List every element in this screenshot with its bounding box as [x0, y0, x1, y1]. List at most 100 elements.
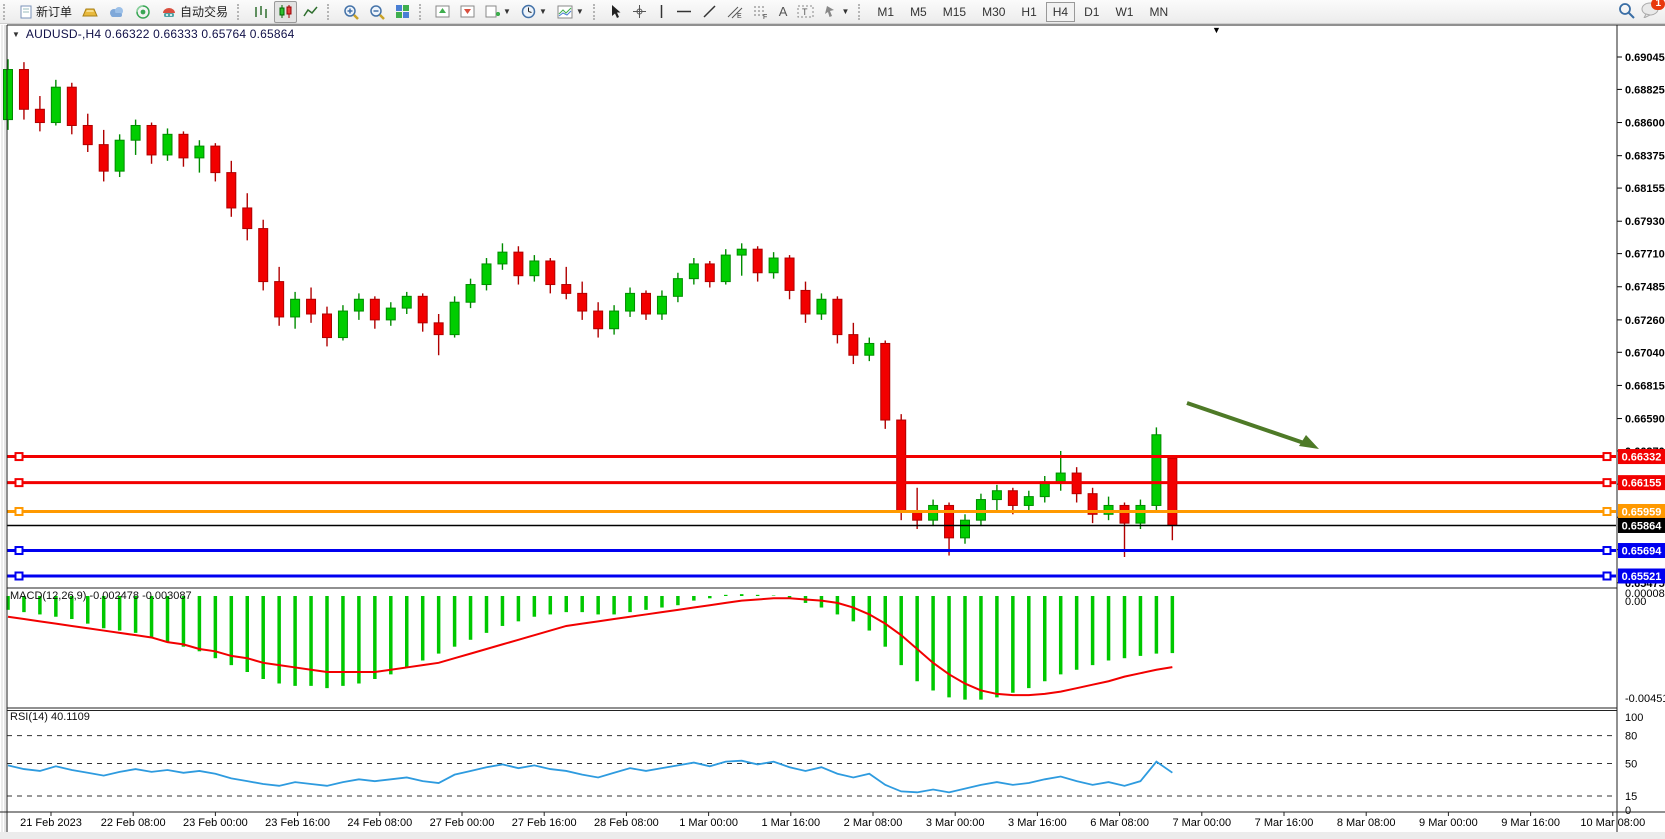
trendline-icon — [702, 4, 717, 19]
hline-handle[interactable] — [1604, 508, 1611, 515]
zoom-out-button[interactable] — [365, 1, 389, 23]
window-arrow-up-icon — [435, 4, 450, 19]
channel-tool-button[interactable]: E — [723, 1, 747, 23]
indicator-window-up-button[interactable] — [431, 1, 454, 23]
date-tick-label: 1 Mar 16:00 — [761, 817, 820, 829]
date-tick-label: 27 Feb 16:00 — [512, 817, 577, 829]
zoom-in-icon — [343, 4, 359, 20]
hline-handle[interactable] — [16, 572, 23, 579]
toolbar-grip — [593, 4, 600, 20]
hline-handle[interactable] — [16, 508, 23, 515]
tile-windows-button[interactable] — [391, 1, 414, 23]
hline-handle[interactable] — [16, 547, 23, 554]
zoom-in-button[interactable] — [339, 1, 363, 23]
chart-title-bar[interactable]: ▼ AUDUSD-,H4 0.66322 0.66333 0.65764 0.6… — [12, 27, 295, 41]
date-tick-label: 27 Feb 00:00 — [430, 817, 495, 829]
price-tick-label: 0.68375 — [1625, 151, 1665, 163]
vertical-line-tool-button[interactable] — [653, 1, 670, 23]
price-tick-label: 0.68825 — [1625, 84, 1665, 96]
date-tick-label: 9 Mar 00:00 — [1419, 817, 1478, 829]
date-tick-label: 28 Feb 08:00 — [594, 817, 659, 829]
timeframe-button-D1[interactable]: D1 — [1077, 2, 1106, 22]
svg-text:0.66332: 0.66332 — [1622, 452, 1662, 464]
date-tick-label: 23 Feb 00:00 — [183, 817, 248, 829]
price-tick-label: 0.67260 — [1625, 315, 1665, 327]
hline-handle[interactable] — [1604, 479, 1611, 486]
svg-text:0.65864: 0.65864 — [1622, 520, 1663, 532]
window-arrow-down-icon — [460, 4, 475, 19]
price-tick-label: 0.69045 — [1625, 52, 1665, 64]
bar-chart-mode-button[interactable] — [249, 1, 272, 23]
toolbar-grip — [237, 4, 244, 20]
period-clock-button[interactable]: ▼ — [517, 1, 551, 23]
new-order-label: 新订单 — [36, 3, 72, 20]
text-tool-button[interactable]: A — [775, 1, 792, 23]
text-label-tool-button[interactable]: T — [793, 1, 818, 23]
price-tick-label: 0.67710 — [1625, 249, 1665, 261]
fibonacci-tool-button[interactable]: F — [749, 1, 773, 23]
horizontal-line-tool-button[interactable] — [672, 1, 696, 23]
notifications-button[interactable]: 1 — [1641, 2, 1659, 21]
svg-text:0.65959: 0.65959 — [1622, 506, 1662, 518]
timeframe-button-M30[interactable]: M30 — [975, 2, 1012, 22]
price-tick-label: 0.67930 — [1625, 216, 1665, 228]
price-tick-label: 0.67485 — [1625, 282, 1665, 294]
chart-collapse-caret[interactable]: ▼ — [12, 30, 20, 39]
date-tick-label: 21 Feb 2023 — [20, 817, 82, 829]
chart-template-button[interactable]: ▼ — [553, 1, 588, 23]
search-icon[interactable] — [1618, 2, 1635, 22]
market-button[interactable] — [78, 1, 102, 23]
crosshair-tool-button[interactable] — [628, 1, 651, 23]
date-tick-label: 22 Feb 08:00 — [101, 817, 166, 829]
timeframe-button-MN[interactable]: MN — [1142, 2, 1175, 22]
cursor-tool-button[interactable] — [605, 1, 626, 23]
svg-text:T: T — [802, 7, 808, 17]
chart-title-text: AUDUSD-,H4 0.66322 0.66333 0.65764 0.658… — [26, 27, 295, 41]
signals-button[interactable] — [131, 1, 155, 23]
vertical-line-icon — [657, 4, 666, 19]
date-tick-label: 1 Mar 00:00 — [679, 817, 738, 829]
toolbar-grip — [3, 4, 10, 20]
line-chart-icon — [303, 4, 318, 19]
indicator-window-down-button[interactable] — [456, 1, 479, 23]
line-chart-mode-button[interactable] — [299, 1, 322, 23]
hline-handle[interactable] — [16, 479, 23, 486]
timeframe-button-H1[interactable]: H1 — [1014, 2, 1043, 22]
hosting-cloud-icon — [108, 5, 125, 19]
clock-icon — [521, 4, 536, 19]
date-tick-label: 7 Mar 00:00 — [1172, 817, 1231, 829]
chart-menu-caret[interactable]: ▼ — [1212, 25, 1221, 35]
hline-handle[interactable] — [1604, 547, 1611, 554]
notification-badge: 1 — [1651, 0, 1665, 10]
timeframe-button-M15[interactable]: M15 — [936, 2, 973, 22]
date-tick-label: 6 Mar 08:00 — [1090, 817, 1149, 829]
svg-text:0.65694: 0.65694 — [1622, 546, 1663, 558]
hline-handle[interactable] — [16, 453, 23, 460]
autotrading-button[interactable]: 自动交易 — [157, 1, 232, 23]
hline-handle[interactable] — [1604, 572, 1611, 579]
timeframe-button-M5[interactable]: M5 — [903, 2, 934, 22]
arrows-tool-button[interactable]: ▼ — [820, 1, 853, 23]
rsi-level-label: 50 — [1625, 759, 1637, 771]
dropdown-caret: ▼ — [539, 7, 547, 16]
candle-chart-mode-button[interactable] — [274, 1, 297, 23]
date-tick-label: 3 Mar 16:00 — [1008, 817, 1067, 829]
chart-snapshot-icon — [557, 5, 573, 19]
hosting-button[interactable] — [104, 1, 129, 23]
price-tick-label: 0.67040 — [1625, 347, 1665, 359]
timeframe-button-H4[interactable]: H4 — [1046, 2, 1075, 22]
trendline-tool-button[interactable] — [698, 1, 721, 23]
add-chart-icon — [485, 4, 500, 19]
svg-text:0.66155: 0.66155 — [1622, 478, 1662, 490]
chart-canvas[interactable]: 0.690450.688250.686000.683750.681550.679… — [0, 0, 1665, 839]
date-tick-label: 9 Mar 16:00 — [1501, 817, 1560, 829]
new-order-button[interactable]: 新订单 — [15, 1, 76, 23]
price-tick-label: 0.68155 — [1625, 183, 1665, 195]
toolbar-grip — [858, 4, 865, 20]
timeframe-button-W1[interactable]: W1 — [1108, 2, 1140, 22]
rsi-level-label: 100 — [1625, 712, 1643, 724]
svg-text:0.65521: 0.65521 — [1622, 571, 1662, 583]
new-chart-button[interactable]: ▼ — [481, 1, 515, 23]
timeframe-button-M1[interactable]: M1 — [870, 2, 901, 22]
hline-handle[interactable] — [1604, 453, 1611, 460]
